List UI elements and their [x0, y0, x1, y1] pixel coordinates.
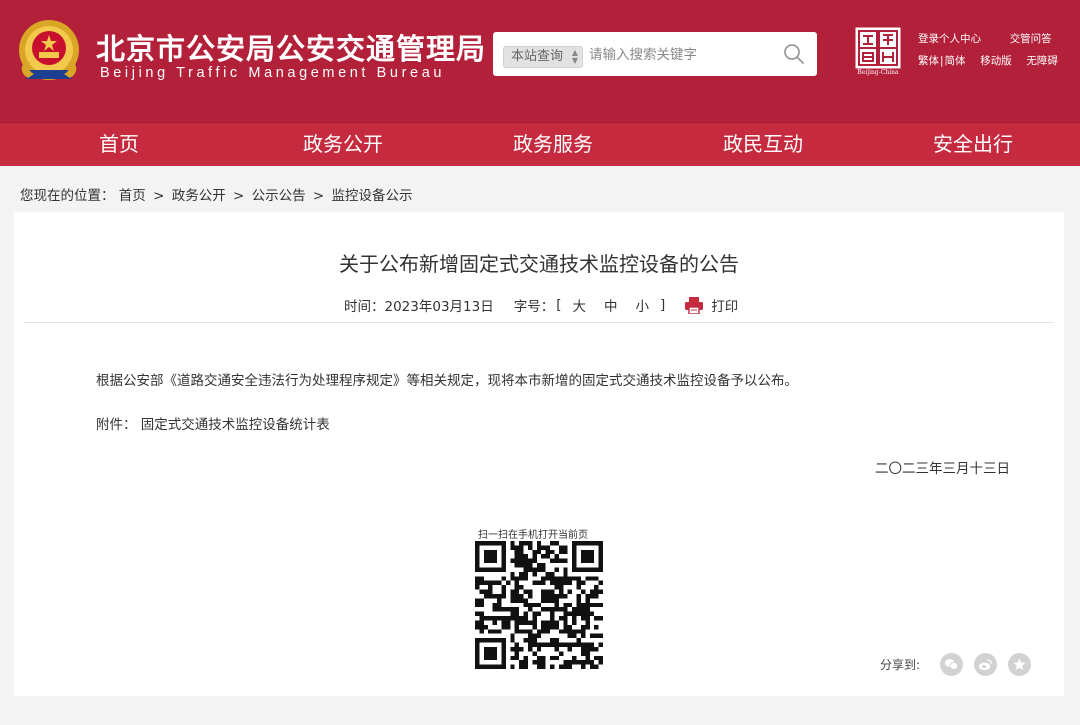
- site-header: 北京市公安局公安交通管理局 Beijing Traffic Management…: [0, 0, 1080, 122]
- breadcrumb-announcements[interactable]: 公示公告: [252, 188, 306, 204]
- breadcrumb-separator: >: [312, 188, 325, 204]
- breadcrumb-gov-affairs[interactable]: 政务公开: [172, 188, 226, 204]
- site-subtitle: Beijing Traffic Management Bureau: [100, 65, 446, 81]
- attachment-label: 附件：: [96, 417, 137, 433]
- article-card: 关于公布新增固定式交通技术监控设备的公告 时间： 2023年03月13日 字号：…: [14, 212, 1064, 696]
- breadcrumb-separator: >: [233, 188, 245, 204]
- article-paragraph: 根据公安部《道路交通安全违法行为处理程序规定》等相关规定，现将本市新增的固定式交…: [96, 373, 798, 389]
- article-title: 关于公布新增固定式交通技术监控设备的公告: [339, 252, 739, 276]
- attachment-row: 附件： 固定式交通技术监控设备统计表: [96, 413, 330, 433]
- search-scope-select[interactable]: 本站查询 ▲ ▼: [503, 46, 583, 68]
- faq-link[interactable]: 交管问答: [1010, 33, 1052, 45]
- simplified-link[interactable]: 简体: [945, 55, 966, 67]
- article-meta: 时间： 2023年03月13日 字号： [ 大 中 小 ] 打印: [344, 295, 738, 315]
- updown-arrows-icon: ▲ ▼: [571, 48, 578, 65]
- top-links: 登录个人中心 交管问答 繁体|简体 移动版 无障碍: [918, 31, 1058, 75]
- qr-caption: 扫一扫在手机打开当前页: [478, 530, 588, 541]
- nav-home[interactable]: 首页: [0, 123, 238, 166]
- police-emblem-icon[interactable]: [14, 18, 84, 86]
- search-box: 本站查询 ▲ ▼: [493, 32, 817, 76]
- site-title[interactable]: 北京市公安局公安交通管理局: [96, 26, 486, 68]
- bracket-open: [: [556, 297, 562, 313]
- login-link[interactable]: 登录个人中心: [918, 33, 981, 45]
- breadcrumb-monitoring[interactable]: 监控设备公示: [332, 188, 413, 204]
- capital-beijing-logo[interactable]: Beijing-China: [853, 27, 903, 77]
- qr-code: [475, 541, 603, 669]
- attachment-link[interactable]: 固定式交通技术监控设备统计表: [141, 417, 330, 433]
- sign-date: 二〇二三年三月十三日: [875, 461, 1010, 477]
- search-icon[interactable]: [783, 43, 805, 65]
- breadcrumb: 您现在的位置： 首页 > 政务公开 > 公示公告 > 监控设备公示: [20, 184, 413, 204]
- bracket-close: ]: [660, 297, 666, 313]
- nav-gov-affairs[interactable]: 政务公开: [238, 123, 448, 166]
- print-button[interactable]: 打印: [685, 295, 738, 315]
- share-label: 分享到:: [880, 658, 921, 672]
- font-size-large[interactable]: 大: [573, 295, 587, 315]
- wechat-icon: [944, 659, 959, 670]
- publish-date: 2023年03月13日: [384, 299, 494, 315]
- font-size-medium[interactable]: 中: [604, 295, 618, 315]
- search-input[interactable]: [589, 44, 769, 66]
- breadcrumb-prefix: 您现在的位置：: [20, 188, 115, 204]
- search-scope-label: 本站查询: [511, 49, 564, 64]
- share-wechat-button[interactable]: [940, 653, 964, 676]
- share-bar: 分享到:: [880, 653, 1042, 676]
- favorite-icon: [1013, 658, 1026, 671]
- nav-gov-services[interactable]: 政务服务: [448, 123, 658, 166]
- breadcrumb-separator: >: [153, 188, 165, 204]
- time-label: 时间：: [344, 299, 385, 315]
- accessible-link[interactable]: 无障碍: [1026, 55, 1058, 67]
- print-label: 打印: [711, 299, 739, 315]
- main-nav: 首页 政务公开 政务服务 政民互动 安全出行: [0, 122, 1080, 166]
- capital-logo-caption: Beijing-China: [857, 69, 899, 76]
- link-separator: |: [940, 55, 944, 67]
- font-size-small[interactable]: 小: [636, 295, 650, 315]
- printer-icon: [685, 296, 704, 314]
- weibo-icon: [978, 659, 992, 671]
- mobile-link[interactable]: 移动版: [980, 55, 1012, 67]
- traditional-link[interactable]: 繁体: [918, 55, 939, 67]
- share-weibo-button[interactable]: [974, 653, 998, 676]
- nav-safe-travel[interactable]: 安全出行: [868, 123, 1078, 166]
- breadcrumb-home[interactable]: 首页: [119, 188, 146, 204]
- nav-interaction[interactable]: 政民互动: [658, 123, 868, 166]
- share-favorite-button[interactable]: [1008, 653, 1032, 676]
- title-divider: [24, 322, 1054, 323]
- font-size-label: 字号：: [513, 299, 555, 315]
